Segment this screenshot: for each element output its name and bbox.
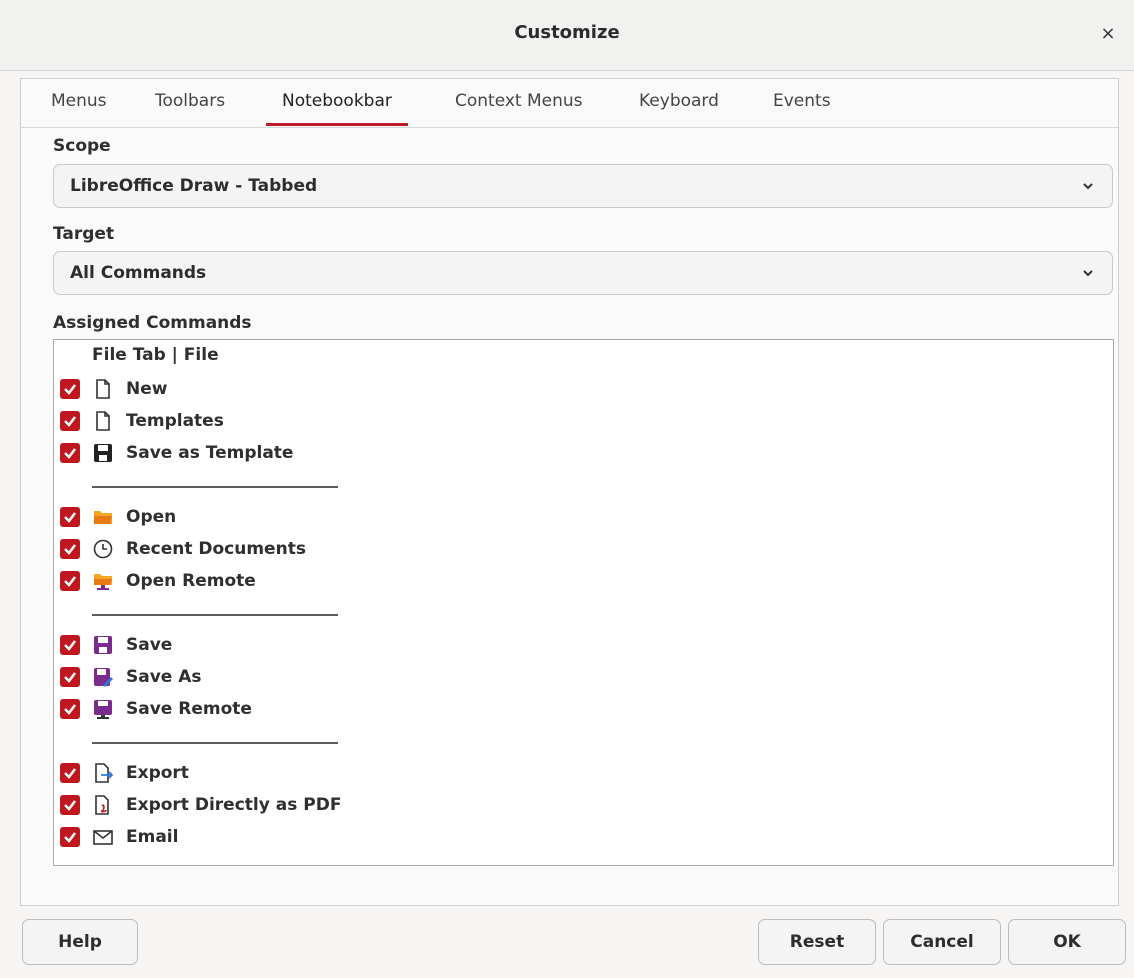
scope-value: LibreOffice Draw - Tabbed — [70, 176, 318, 196]
document-icon — [96, 411, 110, 431]
list-item-label: New — [126, 379, 168, 399]
tab-keyboard[interactable]: Keyboard — [639, 89, 719, 125]
list-item-save-as[interactable]: Save As — [60, 665, 460, 691]
tab-bar: Menus Toolbars Notebookbar Context Menus… — [21, 79, 1118, 128]
assigned-commands-list[interactable]: File Tab | File New Templates Save as Te… — [53, 339, 1114, 866]
chevron-down-icon — [1083, 270, 1093, 277]
checkbox[interactable] — [60, 699, 80, 719]
list-item-recent-documents[interactable]: Recent Documents — [60, 537, 460, 563]
checkbox[interactable] — [60, 539, 80, 559]
list-item-templates[interactable]: Templates — [60, 409, 460, 435]
save-icon — [94, 636, 112, 654]
checkbox[interactable] — [60, 571, 80, 591]
list-item-label: Email — [126, 827, 179, 847]
target-label: Target — [53, 224, 115, 244]
separator — [92, 486, 338, 488]
list-item-label: Open Remote — [126, 571, 256, 591]
list-item-label: Export — [126, 763, 189, 783]
list-item-label: Templates — [126, 411, 224, 431]
target-value: All Commands — [70, 263, 207, 283]
list-item-save-as-template[interactable]: Save as Template — [60, 441, 460, 467]
ok-button[interactable]: OK — [1008, 919, 1126, 965]
scope-label: Scope — [53, 136, 111, 156]
tab-panel: Menus Toolbars Notebookbar Context Menus… — [20, 78, 1119, 906]
clock-icon — [93, 539, 113, 559]
list-item-export[interactable]: Export — [60, 761, 460, 787]
dialog-title: Customize — [514, 22, 620, 43]
save-remote-icon — [94, 700, 112, 719]
reset-button[interactable]: Reset — [758, 919, 876, 965]
list-item-label: Save as Template — [126, 443, 294, 463]
envelope-icon — [93, 830, 113, 845]
list-item-open-remote[interactable]: Open Remote — [60, 569, 460, 595]
tab-toolbars[interactable]: Toolbars — [155, 89, 225, 125]
list-item-save-remote[interactable]: Save Remote — [60, 697, 460, 723]
floppy-icon — [94, 444, 112, 462]
tab-menus[interactable]: Menus — [51, 89, 107, 125]
checkbox[interactable] — [60, 635, 80, 655]
folder-remote-icon — [94, 574, 112, 590]
export-icon — [95, 763, 114, 783]
save-as-icon — [94, 668, 113, 687]
checkbox[interactable] — [60, 667, 80, 687]
target-dropdown[interactable]: All Commands — [53, 251, 1113, 295]
tab-events[interactable]: Events — [773, 89, 831, 125]
checkbox[interactable] — [60, 443, 80, 463]
scope-dropdown[interactable]: LibreOffice Draw - Tabbed — [53, 164, 1113, 208]
list-item-save[interactable]: Save — [60, 633, 460, 659]
checkbox[interactable] — [60, 507, 80, 527]
assigned-commands-label: Assigned Commands — [53, 313, 252, 333]
checkbox[interactable] — [60, 795, 80, 815]
checkbox[interactable] — [60, 763, 80, 783]
list-item-open[interactable]: Open — [60, 505, 460, 531]
list-item-new[interactable]: New — [60, 377, 460, 403]
pdf-icon — [95, 795, 109, 815]
list-item-export-pdf[interactable]: Export Directly as PDF — [60, 793, 460, 819]
checkbox[interactable] — [60, 411, 80, 431]
folder-icon — [94, 511, 112, 524]
checkbox[interactable] — [60, 379, 80, 399]
checkbox[interactable] — [60, 827, 80, 847]
tab-notebookbar[interactable]: Notebookbar — [266, 89, 408, 126]
list-item-label: Recent Documents — [126, 539, 306, 559]
chevron-down-icon — [1083, 183, 1093, 190]
list-item-email[interactable]: Email — [60, 825, 460, 851]
separator — [92, 742, 338, 744]
list-item-label: Save — [126, 635, 173, 655]
document-icon — [96, 379, 110, 399]
list-item-label: Export Directly as PDF — [126, 795, 342, 815]
list-item-label: Open — [126, 507, 177, 527]
list-item-label: Save As — [126, 667, 202, 687]
help-button[interactable]: Help — [22, 919, 138, 965]
list-item-label: Save Remote — [126, 699, 252, 719]
separator — [92, 614, 338, 616]
cancel-button[interactable]: Cancel — [883, 919, 1001, 965]
tab-context-menus[interactable]: Context Menus — [455, 89, 583, 125]
close-button[interactable]: × — [1096, 22, 1120, 46]
title-bar: Customize × — [0, 0, 1134, 71]
list-header: File Tab | File — [92, 345, 219, 365]
